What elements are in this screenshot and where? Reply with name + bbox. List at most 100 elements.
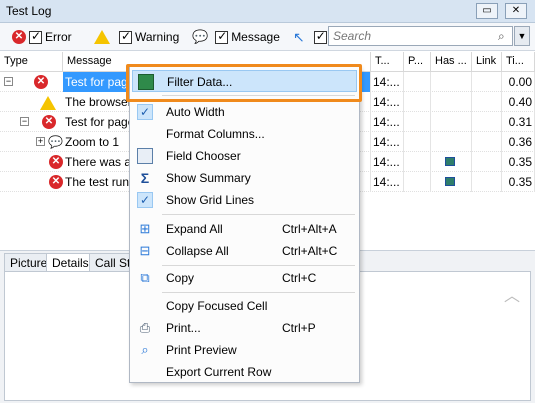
column-header-link[interactable]: Link bbox=[472, 52, 502, 72]
menu-item-print-preview[interactable]: ⌕ Print Preview bbox=[132, 339, 357, 361]
warning-icon bbox=[94, 30, 110, 44]
error-icon: ✕ bbox=[49, 175, 63, 189]
close-button[interactable]: ✕ bbox=[505, 3, 527, 19]
warning-filter[interactable]: Warning bbox=[94, 29, 179, 45]
error-icon: ✕ bbox=[42, 115, 56, 129]
expand-icon[interactable]: + bbox=[36, 137, 45, 146]
link-cell bbox=[472, 152, 502, 172]
time-taken-cell: 0.36 bbox=[502, 132, 535, 152]
has-picture-cell bbox=[431, 132, 472, 152]
search-dropdown-button[interactable]: ▼ bbox=[514, 26, 530, 46]
menu-separator bbox=[162, 292, 355, 293]
collapse-icon[interactable]: − bbox=[20, 117, 29, 126]
collapse-icon[interactable]: − bbox=[4, 77, 13, 86]
time-cell: 14:... bbox=[371, 132, 404, 152]
picture-icon[interactable] bbox=[445, 157, 455, 166]
link-cell bbox=[472, 112, 502, 132]
time-cell: 14:... bbox=[371, 172, 404, 192]
search-icon: ⌕ bbox=[498, 29, 505, 43]
error-checkbox[interactable] bbox=[29, 29, 42, 44]
column-header-type[interactable]: Type bbox=[0, 52, 63, 72]
menu-shortcut: Ctrl+P bbox=[282, 321, 316, 335]
printer-icon: ⎙ bbox=[139, 320, 151, 335]
warning-checkbox[interactable] bbox=[119, 29, 132, 44]
message-filter[interactable]: 💬 Message bbox=[192, 29, 280, 45]
cursor-icon: ↖ bbox=[293, 28, 305, 45]
column-header-time-taken[interactable]: Ti... bbox=[502, 52, 535, 72]
picture-icon[interactable] bbox=[445, 177, 455, 186]
menu-label: Export Current Row bbox=[166, 365, 272, 379]
window-title: Test Log bbox=[6, 4, 52, 18]
menu-item-print[interactable]: ⎙ Print... Ctrl+P bbox=[132, 317, 357, 339]
error-label: Error bbox=[45, 30, 72, 44]
column-header-priority[interactable]: P... bbox=[404, 52, 431, 72]
menu-item-expand-all[interactable]: ⊞ Expand All Ctrl+Alt+A bbox=[132, 218, 357, 240]
menu-separator bbox=[162, 214, 355, 215]
error-filter[interactable]: ✕ Error bbox=[12, 29, 72, 45]
time-taken-cell: 0.40 bbox=[502, 92, 535, 112]
menu-item-field-chooser[interactable]: Field Chooser bbox=[132, 145, 357, 167]
error-icon: ✕ bbox=[49, 155, 63, 169]
time-cell: 14:... bbox=[371, 112, 404, 132]
menu-item-show-summary[interactable]: Σ Show Summary bbox=[132, 167, 357, 189]
check-icon: ✓ bbox=[137, 104, 153, 120]
highlight-callout bbox=[126, 64, 362, 102]
link-cell bbox=[472, 172, 502, 192]
menu-label: Copy Focused Cell bbox=[166, 299, 268, 313]
message-checkbox[interactable] bbox=[215, 29, 229, 44]
menu-item-copy[interactable]: ⧉ Copy Ctrl+C bbox=[132, 267, 357, 289]
has-picture-cell bbox=[431, 152, 472, 172]
column-header-time[interactable]: T... bbox=[371, 52, 404, 72]
menu-item-collapse-all[interactable]: ⊟ Collapse All Ctrl+Alt+C bbox=[132, 240, 357, 262]
message-icon: 💬 bbox=[192, 29, 209, 44]
tab-details[interactable]: Details bbox=[46, 253, 95, 272]
check-icon: ✓ bbox=[137, 192, 153, 208]
title-bar: Test Log ▭ ✕ bbox=[0, 0, 535, 23]
time-taken-cell: 0.31 bbox=[502, 112, 535, 132]
error-icon: ✕ bbox=[34, 75, 48, 89]
message-label: Message bbox=[231, 30, 280, 44]
menu-item-auto-width[interactable]: ✓ Auto Width bbox=[132, 101, 357, 123]
filter-toolbar: ✕ Error Warning 💬 Message ↖ Search ⌕ ▼ bbox=[0, 23, 535, 51]
menu-label: Expand All bbox=[166, 222, 223, 236]
menu-item-copy-focused-cell[interactable]: Copy Focused Cell bbox=[132, 295, 357, 317]
menu-label: Auto Width bbox=[166, 105, 225, 119]
menu-label: Collapse All bbox=[166, 244, 229, 258]
event-filter[interactable]: ↖ bbox=[293, 29, 327, 45]
chevron-up-icon[interactable]: ︿ bbox=[504, 282, 520, 306]
warning-icon bbox=[40, 96, 56, 110]
has-picture-cell bbox=[431, 72, 472, 92]
priority-cell bbox=[404, 152, 431, 172]
message-icon: 💬 bbox=[48, 135, 63, 149]
menu-label: Print Preview bbox=[166, 343, 237, 357]
expand-all-icon: ⊞ bbox=[139, 221, 151, 236]
priority-cell bbox=[404, 172, 431, 192]
restore-button[interactable]: ▭ bbox=[476, 3, 498, 19]
menu-item-format-columns[interactable]: Format Columns... bbox=[132, 123, 357, 145]
collapse-all-icon: ⊟ bbox=[139, 243, 151, 258]
priority-cell bbox=[404, 92, 431, 112]
search-input[interactable]: Search bbox=[328, 26, 513, 46]
menu-label: Format Columns... bbox=[166, 127, 265, 141]
priority-cell bbox=[404, 132, 431, 152]
menu-label: Show Grid Lines bbox=[166, 193, 255, 207]
menu-item-show-grid-lines[interactable]: ✓ Show Grid Lines bbox=[132, 189, 357, 211]
menu-label: Copy bbox=[166, 271, 195, 285]
menu-label: Field Chooser bbox=[166, 149, 241, 163]
time-taken-cell: 0.00 bbox=[502, 72, 535, 92]
time-cell: 14:... bbox=[371, 72, 404, 92]
priority-cell bbox=[404, 112, 431, 132]
time-cell: 14:... bbox=[371, 92, 404, 112]
link-cell bbox=[472, 92, 502, 112]
time-taken-cell: 0.35 bbox=[502, 172, 535, 192]
menu-shortcut: Ctrl+Alt+A bbox=[282, 222, 337, 236]
menu-item-export-current-row[interactable]: Export Current Row bbox=[132, 361, 357, 383]
sigma-icon: Σ bbox=[140, 170, 150, 186]
column-header-has-picture[interactable]: Has ... bbox=[431, 52, 472, 72]
copy-icon: ⧉ bbox=[140, 270, 150, 285]
has-picture-cell bbox=[431, 92, 472, 112]
time-taken-cell: 0.35 bbox=[502, 152, 535, 172]
has-picture-cell bbox=[431, 112, 472, 132]
menu-shortcut: Ctrl+Alt+C bbox=[282, 244, 338, 258]
event-checkbox[interactable] bbox=[313, 29, 327, 44]
